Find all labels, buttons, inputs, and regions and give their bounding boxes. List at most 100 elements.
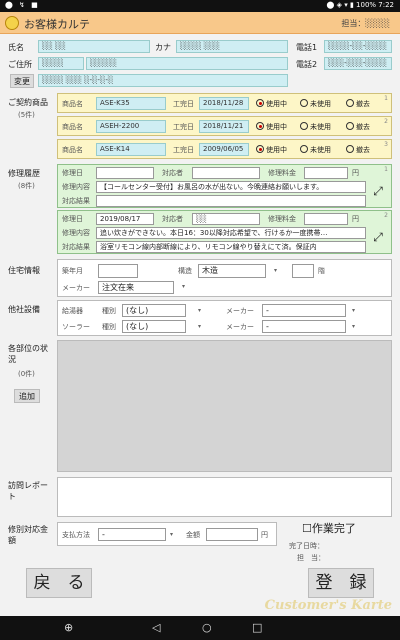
housing-panel: 築年月 構造 木造 ▾ 階 メーカー 注文在来 ▾ xyxy=(57,259,392,297)
radio-icon xyxy=(346,122,354,130)
add-part-button[interactable]: 追加 xyxy=(14,389,40,403)
completion-time-label: 完了日時： xyxy=(289,542,324,550)
visit-report-field[interactable] xyxy=(57,477,392,517)
change-address-button[interactable]: 変更 xyxy=(10,74,34,88)
equipment-maker-select[interactable]: - xyxy=(262,320,346,333)
product-name-field[interactable]: ASE-K14 xyxy=(96,143,166,156)
radio-in-use[interactable]: 使用中 xyxy=(256,145,287,155)
contract-row[interactable]: 商品名 ASE-K14 工完日 2009/06/05 使用中 未使用 撤去 3 xyxy=(57,139,392,159)
repairs-label: 修理履歴 xyxy=(8,169,40,178)
radio-in-use[interactable]: 使用中 xyxy=(256,122,287,132)
expand-icon[interactable]: ⤢ xyxy=(371,231,385,245)
repair-fee-field[interactable] xyxy=(304,213,348,225)
kana-label: カナ xyxy=(155,43,171,52)
radio-removed[interactable]: 撤去 xyxy=(346,145,370,155)
tel2-field[interactable]: ░░░-░░░-░░░░ xyxy=(324,57,392,70)
radio-in-use[interactable]: 使用中 xyxy=(256,99,287,109)
work-complete-checkbox[interactable]: ☐作業完了 xyxy=(302,520,356,536)
equipment-type-select[interactable]: (なし) xyxy=(122,320,186,333)
product-name-field[interactable]: ASEH-2200 xyxy=(96,120,166,133)
contract-row[interactable]: 商品名 ASE-K35 工完日 2018/11/28 使用中 未使用 撤去 1 xyxy=(57,93,392,113)
parts-status-label: 各部位の状況 xyxy=(8,344,48,364)
repair-content-field[interactable]: 【コールセンター受付】お風呂の水が出ない。今晩連絡お願いします。 xyxy=(96,181,366,193)
completion-date-field[interactable]: 2018/11/28 xyxy=(199,97,249,110)
page-title: お客様カルテ xyxy=(24,18,90,31)
status-icons: ⬤ ↯ ■ xyxy=(5,1,40,9)
product-name-label: 商品名 xyxy=(62,146,83,154)
tel1-field[interactable]: ░░░░-░░-░░░░ xyxy=(324,40,392,53)
repairs-count: (8件) xyxy=(18,182,35,190)
payment-method-select[interactable]: - xyxy=(98,528,166,541)
structure-select[interactable]: 木造 xyxy=(198,264,266,278)
parts-status-area xyxy=(57,340,392,472)
radio-selected-icon xyxy=(256,122,264,130)
home-icon[interactable]: ○ xyxy=(202,621,212,634)
completion-date-field[interactable]: 2018/11/21 xyxy=(199,120,249,133)
yen-unit: 円 xyxy=(352,169,359,177)
completion-date-label: 工完日 xyxy=(173,100,194,108)
chevron-down-icon: ▾ xyxy=(352,307,356,314)
name-label: 氏名 xyxy=(8,43,24,52)
brand-logo: Customer's Karte xyxy=(264,598,392,613)
radio-unused[interactable]: 未使用 xyxy=(300,99,331,109)
equipment-type-label: 種別 xyxy=(102,323,116,331)
visit-report-label: 訪問レポート xyxy=(8,481,48,501)
chevron-down-icon: ▾ xyxy=(170,531,174,538)
built-year-label: 築年月 xyxy=(62,267,83,275)
repair-fee-field[interactable] xyxy=(304,167,348,179)
address-line2-field[interactable]: ░░░░ ░░░ ░-░-░-░ xyxy=(38,74,288,87)
repair-result-field[interactable]: 浴室リモコン線内部断線により、リモコン線やり替えにて済。保証内 xyxy=(96,241,366,253)
back-button[interactable]: 戻 る xyxy=(26,568,92,598)
address-prefecture-field[interactable]: ░░░░ xyxy=(38,57,84,70)
amount-label: 金額 xyxy=(186,531,200,539)
repair-date-field[interactable] xyxy=(96,167,154,179)
repair-record[interactable]: 修理日 2019/08/17 対応者 ░░ 修理料金 円 2 修理内容 追い炊き… xyxy=(57,210,392,254)
radio-removed[interactable]: 撤去 xyxy=(346,99,370,109)
app-header: お客様カルテ 担当：░░░░ xyxy=(0,12,400,34)
repair-staff-field[interactable] xyxy=(192,167,260,179)
repair-record[interactable]: 修理日 対応者 修理料金 円 1 修理内容 【コールセンター受付】お風呂の水が出… xyxy=(57,164,392,208)
contract-row[interactable]: 商品名 ASEH-2200 工完日 2018/11/21 使用中 未使用 撤去 … xyxy=(57,116,392,136)
repair-staff-field[interactable]: ░░ xyxy=(192,213,260,225)
recent-apps-icon[interactable]: □ xyxy=(252,621,262,634)
equipment-name: ソーラー xyxy=(62,323,90,331)
row-number: 1 xyxy=(384,166,388,173)
radio-icon xyxy=(300,145,308,153)
special-repair-label: 修別対応金額 xyxy=(8,525,48,545)
equipment-maker-select[interactable]: - xyxy=(262,304,346,317)
product-name-field[interactable]: ASE-K35 xyxy=(96,97,166,110)
floor-unit: 階 xyxy=(318,267,325,275)
parts-count: (0件) xyxy=(18,370,35,378)
radio-unused[interactable]: 未使用 xyxy=(300,145,331,155)
completion-date-field[interactable]: 2009/06/05 xyxy=(199,143,249,156)
zoom-icon[interactable]: ⊕ xyxy=(64,621,73,634)
completion-staff-label: 担 当： xyxy=(297,554,325,562)
expand-icon[interactable]: ⤢ xyxy=(371,185,385,199)
repair-date-field[interactable]: 2019/08/17 xyxy=(96,213,154,225)
app-logo-icon xyxy=(5,16,19,30)
equipment-type-select[interactable]: (なし) xyxy=(122,304,186,317)
repair-content-label: 修理内容 xyxy=(62,229,90,237)
repair-content-field[interactable]: 追い炊きができない。本日16：30以降対応希望で、行けるか一度携帯… xyxy=(96,227,366,239)
repair-result-field[interactable] xyxy=(96,195,366,207)
completion-date-label: 工完日 xyxy=(173,146,194,154)
built-year-field[interactable] xyxy=(98,264,138,278)
kana-field[interactable]: ░░░░ ░░░ xyxy=(176,40,288,53)
floor-field[interactable] xyxy=(292,264,314,278)
radio-removed[interactable]: 撤去 xyxy=(346,122,370,132)
equipment-maker-label: メーカー xyxy=(226,323,254,331)
register-button[interactable]: 登 録 xyxy=(308,568,374,598)
staff-label: 担当：░░░░ xyxy=(341,19,390,28)
yen-unit: 円 xyxy=(261,531,268,539)
address-label: ご住所 xyxy=(8,60,32,69)
address-city-field[interactable]: ░░░░░ xyxy=(86,57,288,70)
tel1-label: 電話1 xyxy=(296,43,318,52)
maker-select[interactable]: 注文在来 xyxy=(98,281,174,294)
name-field[interactable]: ░░ ░░ xyxy=(38,40,150,53)
equipment-type-label: 種別 xyxy=(102,307,116,315)
amount-field[interactable] xyxy=(206,528,258,541)
radio-icon xyxy=(346,145,354,153)
row-number: 3 xyxy=(384,141,388,148)
back-icon[interactable]: ◁ xyxy=(152,621,160,634)
radio-unused[interactable]: 未使用 xyxy=(300,122,331,132)
